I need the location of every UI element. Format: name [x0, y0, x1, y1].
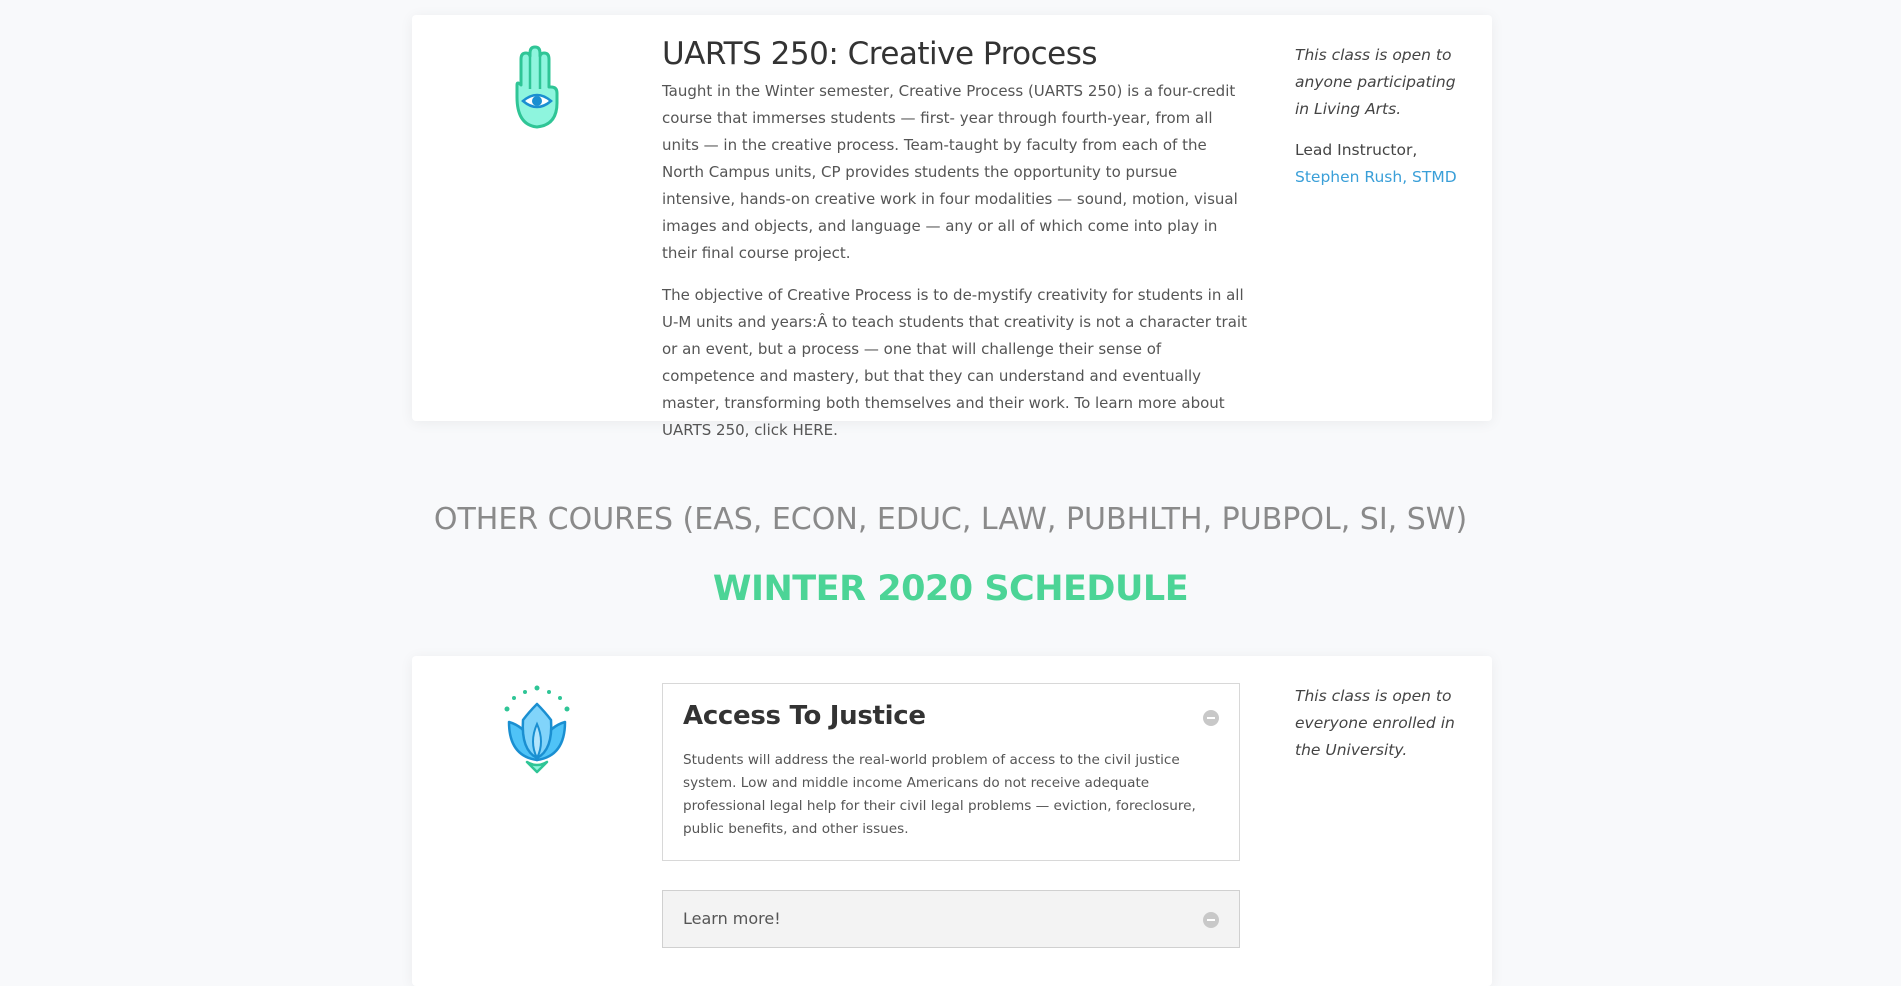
collapse-icon[interactable]	[1203, 710, 1219, 726]
course-description: Taught in the Winter semester, Creative …	[662, 81, 1238, 262]
accordion-body: Students will address the real-world pro…	[683, 752, 1196, 837]
schedule-heading: WINTER 2020 SCHEDULE	[712, 569, 1189, 609]
course-sidebar: This class is open to anyone participati…	[1295, 42, 1465, 191]
accordion-title: Access To Justice	[683, 701, 926, 731]
hand-eye-icon	[503, 45, 569, 135]
collapse-icon[interactable]	[1203, 912, 1219, 928]
course-content: UARTS 250: Creative Process Taught in th…	[662, 35, 1252, 444]
lead-label: Lead Instructor,	[1295, 141, 1418, 159]
instructor-link[interactable]: Stephen Rush, STMD	[1295, 168, 1457, 186]
open-note: This class is open to anyone participati…	[1295, 46, 1456, 118]
accordion-access-to-justice[interactable]: Access To Justice Students will address …	[662, 683, 1240, 861]
learn-more-label: Learn more!	[683, 909, 781, 928]
course-sidebar: This class is open to everyone enrolled …	[1295, 683, 1465, 764]
course-card-access-to-justice: Access To Justice Students will address …	[412, 656, 1492, 986]
learn-more-accordion[interactable]: Learn more!	[662, 890, 1240, 948]
course-card-uarts250: UARTS 250: Creative Process Taught in th…	[412, 15, 1492, 439]
lotus-icon	[489, 682, 585, 778]
course-title: UARTS 250: Creative Process	[662, 36, 1098, 72]
course-objective: The objective of Creative Process is to …	[662, 285, 1247, 439]
section-heading: OTHER COURES (EAS, ECON, EDUC, LAW, PUBH…	[433, 502, 1468, 537]
open-note: This class is open to everyone enrolled …	[1295, 687, 1455, 759]
lead-instructor: Lead Instructor, Stephen Rush, STMD	[1295, 137, 1465, 191]
